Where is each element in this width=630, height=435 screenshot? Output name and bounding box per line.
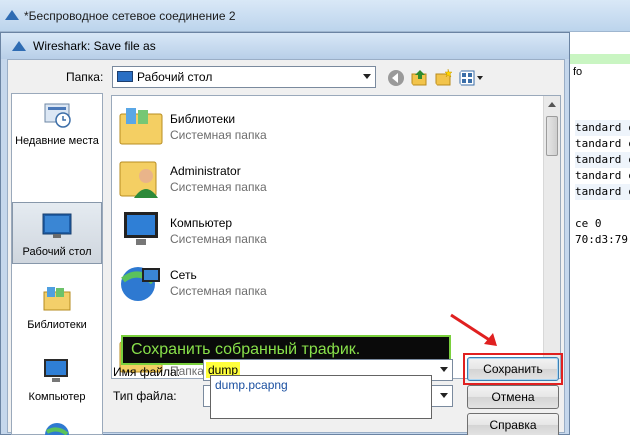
file-name: Компьютер — [170, 216, 233, 230]
up-folder-icon[interactable] — [410, 68, 430, 88]
arrow-icon — [450, 313, 497, 346]
folder-label: Папка: — [66, 70, 104, 84]
info-column-header: fo — [573, 66, 583, 78]
libraries-icon — [119, 108, 163, 145]
help-button[interactable]: Справка — [467, 413, 559, 435]
folder-value: Рабочий стол — [137, 70, 213, 84]
file-type: Системная папка — [170, 128, 267, 142]
file-name: Administrator — [170, 164, 241, 178]
place-network[interactable] — [12, 420, 102, 435]
background-green-band — [569, 54, 630, 64]
background-window-titlebar: *Беспроводное сетевое соединение 2 — [0, 0, 630, 32]
place-label: Компьютер — [28, 391, 86, 403]
file-type: Системная папка — [170, 284, 267, 298]
packet-line[interactable]: tandard c — [575, 184, 630, 200]
packet-line — [575, 200, 630, 216]
packet-line[interactable]: tandard c — [575, 152, 630, 168]
dialog-title: Wireshark: Save file as — [33, 39, 156, 53]
detail-line: ce 0 — [575, 217, 602, 230]
file-name: Сеть — [170, 268, 197, 282]
dialog-titlebar[interactable]: Wireshark: Save file as — [1, 33, 569, 59]
view-menu-icon[interactable] — [458, 68, 486, 88]
computer-icon — [44, 359, 68, 382]
wireshark-icon — [5, 10, 19, 20]
packet-line[interactable]: tandard c — [575, 136, 630, 152]
place-computer[interactable]: Компьютер — [12, 356, 102, 412]
autocomplete-text: dump.pcapng — [215, 378, 288, 392]
background-window-title: *Беспроводное сетевое соединение 2 — [24, 9, 236, 23]
place-desktop[interactable]: Рабочий стол — [12, 202, 102, 264]
packet-line[interactable]: tandard c — [575, 168, 630, 184]
callout-text: Сохранить собранный трафик. — [131, 341, 361, 358]
recent-places-icon — [44, 103, 71, 128]
chevron-down-icon[interactable] — [361, 71, 373, 83]
list-item[interactable]: Сеть Системная папка — [118, 258, 538, 308]
list-item[interactable]: Библиотеки Системная папка — [118, 102, 538, 152]
filename-label: Имя файла: — [113, 365, 180, 379]
packet-list-lines: tandard c tandard c tandard c tandard c … — [575, 120, 630, 248]
user-folder-icon — [119, 161, 158, 198]
list-item[interactable]: Administrator Системная папка — [118, 154, 538, 204]
place-label: Библиотеки — [27, 319, 87, 331]
new-folder-icon[interactable] — [434, 68, 454, 88]
places-bar: Недавние места Рабочий стол Библиотеки К… — [11, 93, 103, 435]
file-type: Системная папка — [170, 232, 267, 246]
libraries-icon — [43, 287, 71, 311]
save-file-dialog: Wireshark: Save file as Папка: Рабочий с… — [0, 32, 570, 435]
cancel-button[interactable]: Отмена — [467, 385, 559, 409]
detail-line: 70:d3:79 — [575, 233, 628, 246]
network-icon — [45, 423, 69, 435]
file-name: Библиотеки — [170, 112, 236, 126]
scroll-thumb[interactable] — [546, 116, 558, 156]
file-type: Системная папка — [170, 180, 267, 194]
chevron-down-icon[interactable] — [438, 390, 450, 402]
folder-combobox[interactable]: Рабочий стол — [112, 66, 376, 88]
wireshark-icon — [12, 41, 26, 51]
desktop-icon — [42, 213, 72, 238]
network-icon — [121, 267, 160, 301]
back-icon[interactable] — [386, 68, 406, 88]
packet-line[interactable]: tandard c — [575, 120, 630, 136]
desktop-icon — [117, 71, 133, 82]
place-libraries[interactable]: Библиотеки — [12, 284, 102, 340]
list-item[interactable]: Компьютер Системная папка — [118, 206, 538, 256]
place-label: Недавние места — [15, 135, 99, 147]
computer-icon — [124, 212, 158, 245]
place-label: Рабочий стол — [22, 246, 92, 258]
autocomplete-item[interactable]: dump.pcapng — [212, 377, 430, 395]
scroll-up-icon[interactable] — [546, 98, 558, 112]
save-button[interactable]: Сохранить — [467, 357, 559, 381]
autocomplete-dropdown: dump.pcapng — [210, 375, 432, 419]
vertical-scrollbar[interactable] — [543, 96, 560, 378]
background-packet-pane: fo tandard c tandard c tandard c tandard… — [568, 32, 630, 435]
filetype-label: Тип файла: — [113, 389, 177, 403]
place-recent[interactable]: Недавние места — [12, 100, 102, 166]
chevron-down-icon[interactable] — [438, 364, 450, 376]
